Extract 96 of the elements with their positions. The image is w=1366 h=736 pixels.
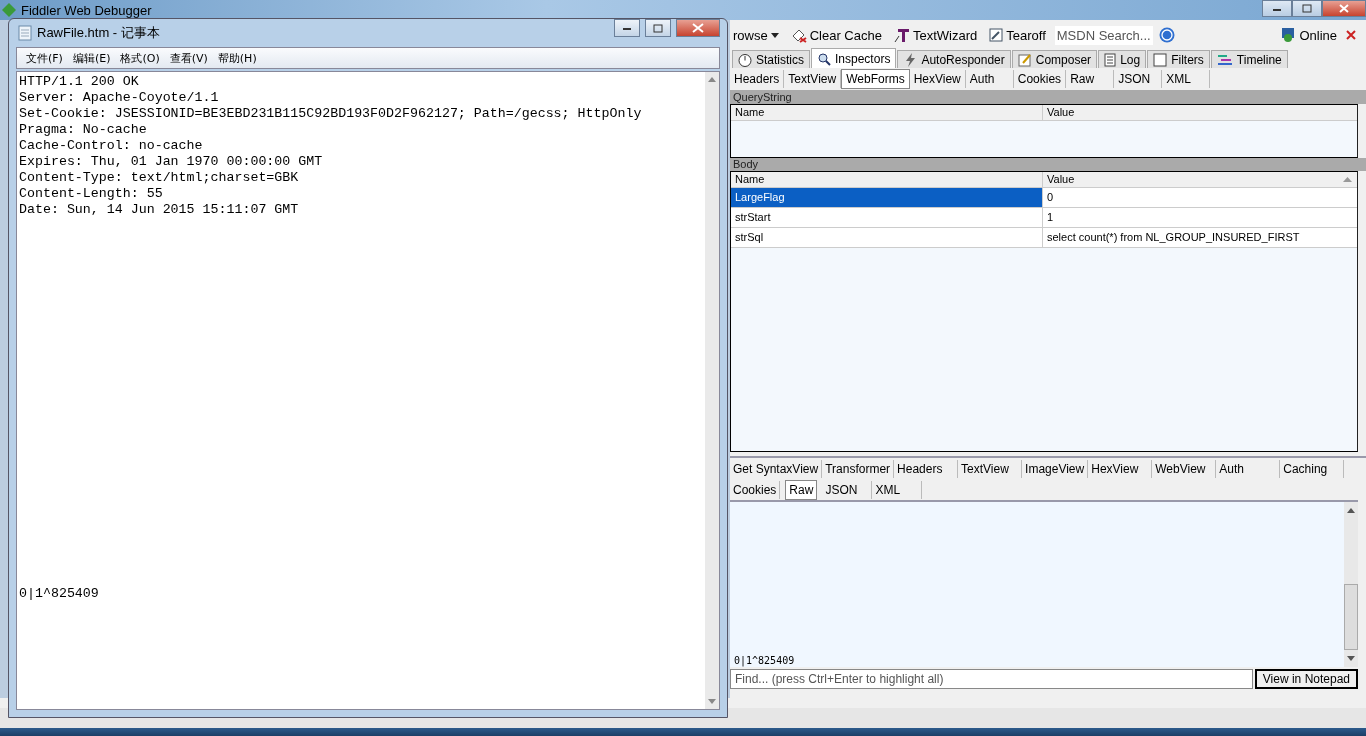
tab[interactable]: WebView bbox=[1152, 459, 1217, 478]
tab[interactable]: TextView bbox=[958, 459, 1023, 478]
tab[interactable]: WebForms bbox=[841, 69, 910, 89]
tab[interactable]: Log bbox=[1098, 50, 1147, 68]
column-header[interactable]: Value bbox=[1043, 105, 1357, 120]
stopwatch-icon bbox=[738, 52, 752, 67]
text-line: Server: Apache-Coyote/1.1 bbox=[19, 90, 220, 106]
menu-item[interactable]: 查看(V) bbox=[166, 50, 211, 66]
lightning-icon bbox=[903, 52, 918, 67]
tab[interactable]: Raw bbox=[785, 479, 818, 500]
maximize-icon bbox=[653, 23, 663, 33]
minimize-icon bbox=[622, 25, 632, 31]
text-line: Content-Length: 55 bbox=[19, 186, 164, 202]
toolbar-button[interactable]: rowse bbox=[730, 27, 782, 43]
text-line: Set-Cookie: JSESSIONID=BE3EBD231B115C92BD193F0D2F962127; Path=/gecss; HttpOnly bbox=[19, 106, 643, 122]
tab[interactable]: XML bbox=[1162, 70, 1211, 88]
text-line: Date: Sun, 14 Jun 2015 15:11:07 GMT bbox=[19, 202, 300, 218]
minimize-button[interactable] bbox=[1262, 0, 1292, 17]
response-text: 0|1^825409 bbox=[734, 655, 795, 666]
online-button[interactable]: Online bbox=[1277, 27, 1340, 43]
tab[interactable]: Auth bbox=[1216, 459, 1281, 478]
text-line: 0|1^825409 bbox=[19, 586, 100, 602]
close-icon bbox=[692, 23, 704, 33]
caret-icon bbox=[770, 32, 779, 38]
toolbar-button[interactable]: Tearoff bbox=[986, 27, 1049, 43]
search-field[interactable]: MSDN Search... bbox=[1054, 25, 1153, 45]
tab[interactable]: Statistics bbox=[732, 50, 810, 68]
scrollbar[interactable] bbox=[705, 72, 719, 709]
menu-item[interactable]: 格式(O) bbox=[117, 50, 163, 66]
sort-arrow-icon bbox=[1343, 177, 1352, 182]
checkbox-icon bbox=[1153, 52, 1168, 67]
table-cell: 0 bbox=[1043, 188, 1357, 207]
toolbar-button[interactable]: TextWizard bbox=[890, 27, 981, 43]
app-logo-icon bbox=[2, 3, 16, 17]
maximize-icon bbox=[1302, 4, 1312, 13]
tab[interactable]: HexView bbox=[909, 70, 966, 88]
table-cell[interactable]: strSql bbox=[731, 228, 1043, 247]
notepad-icon bbox=[18, 25, 32, 41]
window-title: Fiddler Web Debugger bbox=[21, 2, 152, 18]
text-line: Content-Type: text/html;charset=GBK bbox=[19, 170, 300, 186]
column-header[interactable]: Value bbox=[1043, 172, 1357, 187]
table-cell: 1 bbox=[1043, 208, 1357, 227]
tab[interactable]: Composer bbox=[1011, 50, 1098, 68]
close-icon bbox=[1339, 4, 1349, 13]
toolbar-button[interactable]: Clear Cache bbox=[787, 27, 885, 43]
window-title: RawFile.htm - 记事本 bbox=[37, 24, 160, 42]
eraser-icon bbox=[790, 27, 807, 43]
table-cell[interactable]: LargeFlag bbox=[731, 188, 1043, 207]
menu-item[interactable]: 文件(F) bbox=[23, 50, 66, 66]
menu-item[interactable]: 帮助(H) bbox=[214, 50, 260, 66]
close-button[interactable] bbox=[1322, 0, 1366, 17]
text-line: HTTP/1.1 200 OK bbox=[19, 74, 140, 90]
tab[interactable]: XML bbox=[872, 480, 923, 499]
tab[interactable]: JSON bbox=[1114, 70, 1163, 88]
menu-item[interactable]: 编辑(E) bbox=[69, 50, 114, 66]
tab[interactable]: ImageView bbox=[1022, 459, 1089, 478]
table-cell: select count(*) from NL_GROUP_INSURED_FIRST bbox=[1043, 228, 1357, 247]
column-header[interactable]: Name bbox=[731, 172, 1043, 187]
tab[interactable]: Auth bbox=[965, 70, 1014, 88]
tab[interactable]: JSON bbox=[822, 480, 873, 499]
tab[interactable]: Transformer bbox=[822, 459, 895, 478]
tab[interactable]: AutoResponder bbox=[897, 50, 1011, 68]
tab[interactable]: Get SyntaxView bbox=[730, 459, 823, 478]
close-icon[interactable] bbox=[1346, 30, 1356, 40]
tab[interactable]: Timeline bbox=[1210, 50, 1288, 68]
timeline-icon bbox=[1216, 53, 1233, 66]
tab[interactable]: Headers bbox=[894, 459, 959, 478]
scrollbar[interactable] bbox=[1344, 502, 1358, 667]
letter-t-icon bbox=[893, 27, 910, 43]
document-icon bbox=[1104, 52, 1117, 67]
tab[interactable]: Raw bbox=[1066, 70, 1115, 88]
section-header: Body bbox=[730, 158, 1366, 171]
tab[interactable]: Inspectors bbox=[811, 48, 897, 68]
text-line: Cache-Control: no-cache bbox=[19, 138, 204, 154]
maximize-button[interactable] bbox=[645, 19, 671, 37]
magnifier-icon bbox=[817, 51, 831, 66]
table-cell[interactable]: strStart bbox=[731, 208, 1043, 227]
section-header: QueryString bbox=[730, 91, 1366, 104]
tab[interactable]: Headers bbox=[730, 70, 785, 88]
tab[interactable]: Caching bbox=[1280, 459, 1345, 478]
close-button[interactable] bbox=[676, 19, 720, 37]
text-line: Expires: Thu, 01 Jan 1970 00:00:00 GMT bbox=[19, 154, 324, 170]
find-field[interactable]: Find... (press Ctrl+Enter to highlight all) bbox=[730, 669, 1253, 689]
tab[interactable]: Filters bbox=[1147, 50, 1210, 68]
scroll-up-icon[interactable] bbox=[1347, 508, 1355, 513]
pencil-icon bbox=[1017, 52, 1032, 67]
scroll-up-icon[interactable] bbox=[708, 77, 716, 82]
column-header[interactable]: Name bbox=[731, 105, 1043, 120]
view-in-notepad-button[interactable]: View in Notepad bbox=[1254, 669, 1358, 689]
tab[interactable]: Cookies bbox=[730, 480, 781, 499]
minimize-button[interactable] bbox=[614, 19, 640, 37]
text-line: Pragma: No-cache bbox=[19, 122, 148, 138]
scroll-down-icon[interactable] bbox=[1347, 656, 1355, 661]
tab[interactable]: HexView bbox=[1088, 459, 1153, 478]
window-icon bbox=[989, 28, 1004, 42]
tab[interactable]: Cookies bbox=[1013, 70, 1067, 88]
